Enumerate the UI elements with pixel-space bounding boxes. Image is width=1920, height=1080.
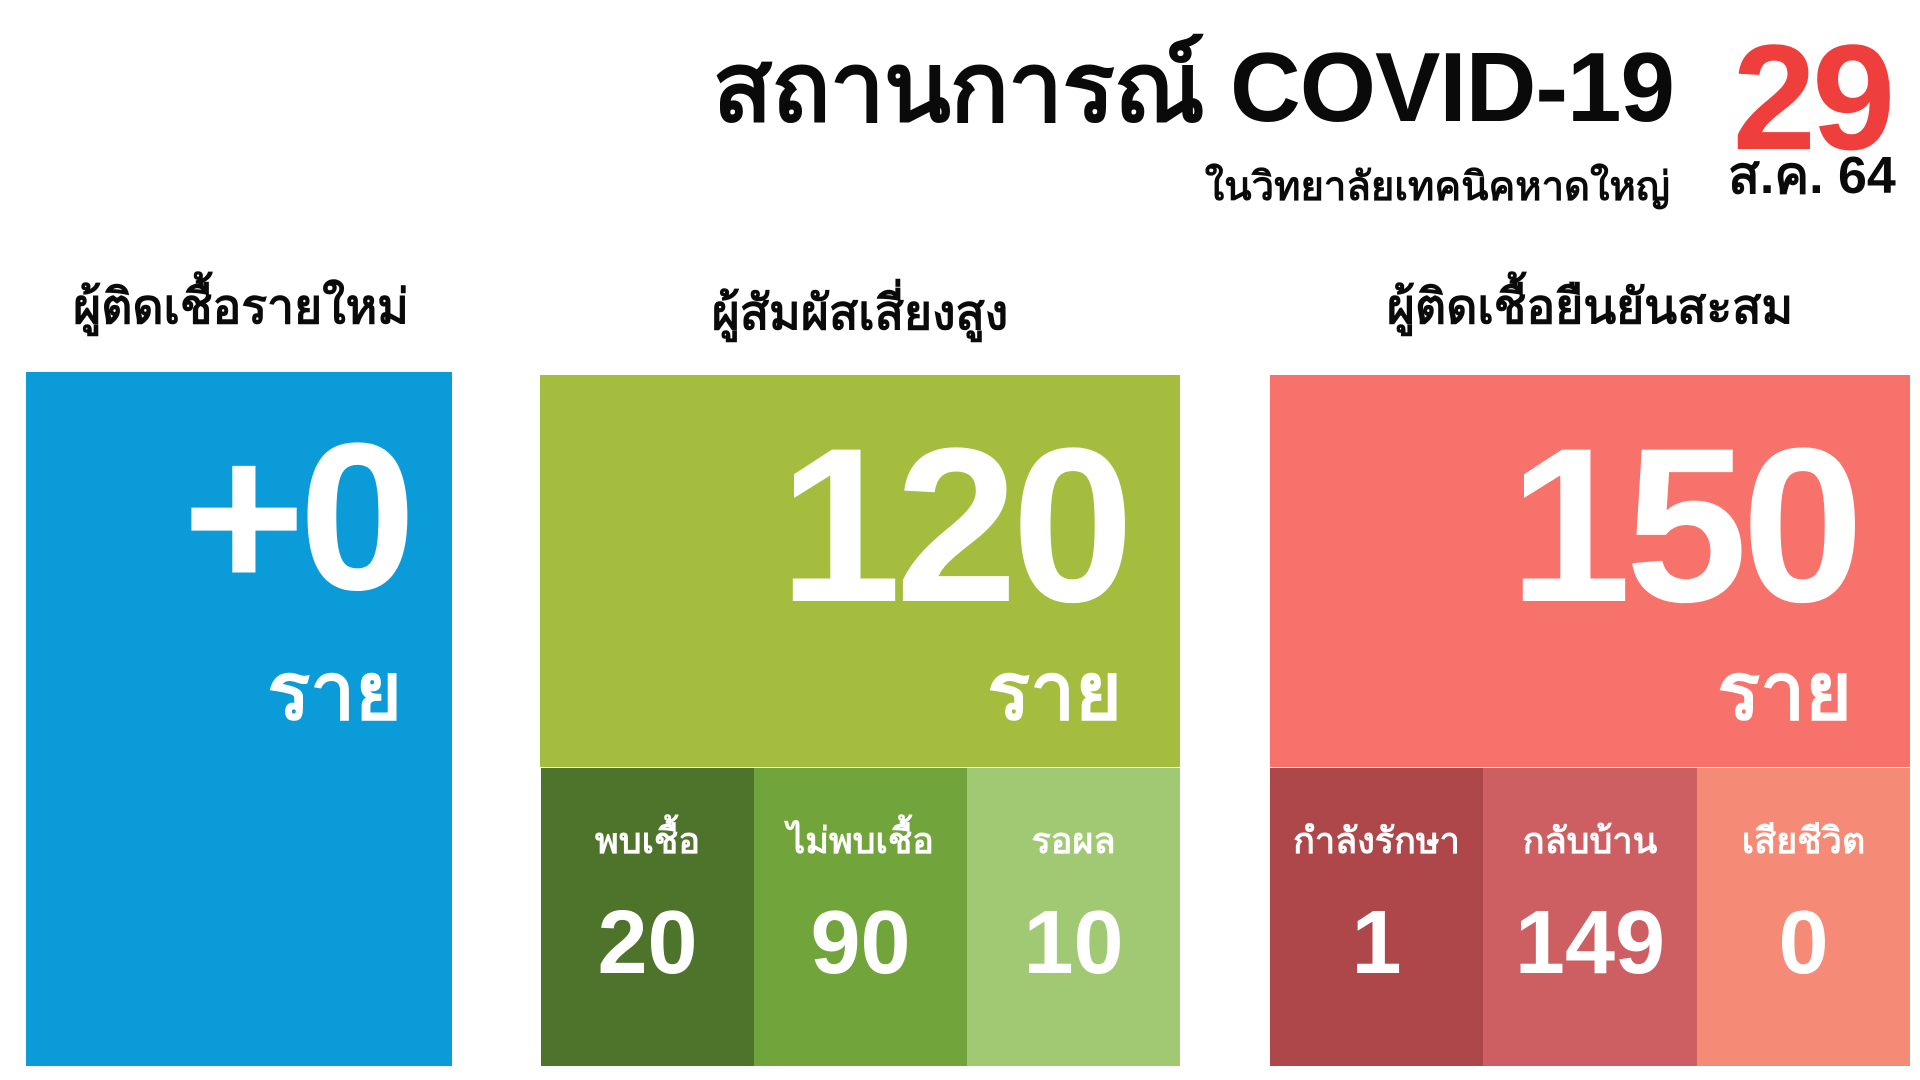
new-cases-unit: ราย	[267, 647, 402, 736]
confirmed-home-tile: กลับบ้าน 149	[1483, 768, 1697, 1066]
new-cases-heading: ผู้ติดเชื้อรายใหม่	[73, 281, 409, 334]
high-risk-found-tile: พบเชื้อ 20	[541, 768, 754, 1066]
high-risk-not-found-tile: ไม่พบเชื้อ 90	[754, 768, 967, 1066]
new-cases-value: +0	[182, 399, 416, 634]
confirmed-value: 150	[1508, 402, 1864, 648]
confirmed-home-label: กลับบ้าน	[1522, 820, 1658, 861]
confirmed-treating-tile: กำลังรักษา 1	[1270, 768, 1483, 1066]
confirmed-died-label: เสียชีวิต	[1741, 820, 1866, 861]
high-risk-pending-label: รอผล	[1031, 820, 1116, 861]
high-risk-unit: ราย	[987, 647, 1122, 736]
date-month-year: ส.ค. 64	[1728, 147, 1896, 205]
confirmed-heading: ผู้ติดเชื้อยืนยันสะสม	[1386, 281, 1794, 334]
confirmed-treating-value: 1	[1351, 893, 1402, 993]
high-risk-not-found-value: 90	[810, 893, 911, 993]
high-risk-panel: 120 ราย	[540, 375, 1180, 767]
high-risk-pending-value: 10	[1023, 893, 1124, 993]
confirmed-panel: 150 ราย	[1270, 375, 1910, 767]
high-risk-not-found-label: ไม่พบเชื้อ	[787, 820, 934, 861]
high-risk-found-label: พบเชื้อ	[595, 820, 700, 861]
confirmed-unit: ราย	[1717, 647, 1852, 736]
high-risk-found-value: 20	[597, 893, 698, 993]
confirmed-died-tile: เสียชีวิต 0	[1697, 768, 1910, 1066]
confirmed-home-value: 149	[1514, 893, 1666, 993]
high-risk-pending-tile: รอผล 10	[967, 768, 1180, 1066]
page-subtitle: ในวิทยาลัยเทคนิคหาดใหญ่	[1204, 165, 1670, 209]
high-risk-heading: ผู้สัมผัสเสี่ยงสูง	[711, 287, 1009, 340]
new-cases-panel: +0 ราย	[26, 372, 452, 1066]
confirmed-treating-label: กำลังรักษา	[1293, 820, 1460, 861]
page-title: สถานการณ์ COVID-19	[712, 32, 1675, 142]
confirmed-died-value: 0	[1778, 893, 1829, 993]
high-risk-value: 120	[778, 402, 1134, 648]
